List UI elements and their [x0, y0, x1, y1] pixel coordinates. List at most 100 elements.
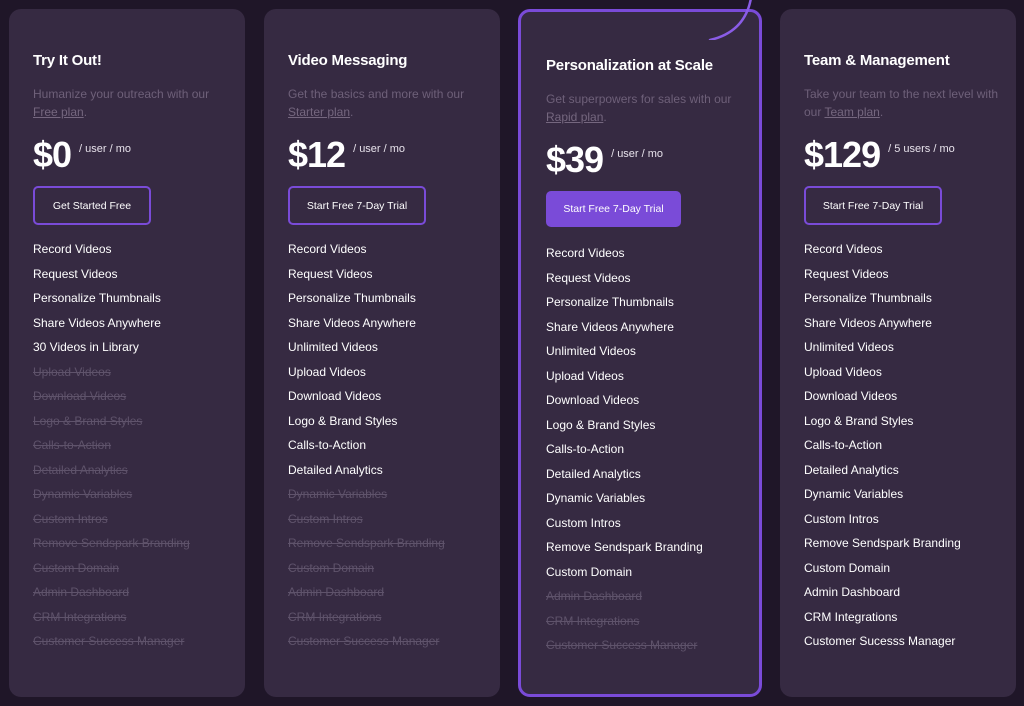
feature-item-included: Custom Intros — [804, 511, 879, 526]
feature-item-excluded: CRM Integrations — [33, 609, 127, 624]
feature-item-included: Detailed Analytics — [288, 462, 383, 477]
plan-card-free: Try It Out! Humanize your outreach with … — [9, 9, 245, 697]
feature-item-excluded: CRM Integrations — [288, 609, 382, 624]
feature-item-included: Custom Intros — [546, 515, 621, 530]
feature-item-excluded: Calls-to-Action — [33, 438, 112, 452]
feature-item-included: Record Videos — [33, 242, 112, 256]
feature-item-excluded: Dynamic Variables — [33, 487, 133, 501]
plan-title: Personalization at Scale — [546, 57, 713, 74]
plan-price: $12 — [288, 134, 346, 175]
feature-item-included: Request Videos — [288, 266, 373, 281]
feature-item-excluded: Logo & Brand Styles — [33, 413, 143, 428]
price-unit: / user / mo — [79, 143, 132, 155]
feature-item-excluded: Detailed Analytics — [33, 462, 128, 477]
plan-price: $39 — [546, 139, 604, 180]
feature-item-excluded: Custom Intros — [33, 511, 108, 526]
feature-item-included: Request Videos — [804, 266, 889, 281]
feature-item-included: CRM Integrations — [804, 609, 898, 624]
feature-item-included: Share Videos Anywhere — [804, 315, 932, 330]
feature-item-included: Upload Videos — [804, 364, 882, 379]
feature-item-included: Calls-to-Action — [804, 438, 883, 452]
feature-item-included: Dynamic Variables — [546, 491, 646, 505]
feature-item-excluded: Admin Dashboard — [288, 585, 385, 599]
plan-description-suffix: . — [83, 105, 88, 119]
price-unit: / 5 users / mo — [888, 143, 955, 155]
plan-card-starter: Video Messaging Get the basics and more … — [264, 9, 500, 697]
feature-item-excluded: Customer Success Manager — [546, 638, 698, 652]
feature-item-included: Personalize Thumbnails — [33, 291, 161, 305]
feature-item-included: Calls-to-Action — [288, 438, 367, 452]
feature-item-included: Record Videos — [288, 242, 367, 256]
plan-description-text: Get the basics and more with our — [288, 87, 465, 101]
feature-item-excluded: Download Videos — [33, 389, 127, 403]
plan-description: Get superpowers for sales with our Rapid… — [546, 90, 746, 126]
feature-item-included: Upload Videos — [288, 364, 366, 379]
price-row: $12 / user / mo — [288, 137, 500, 179]
feature-item-included: Request Videos — [33, 266, 118, 281]
plan-price: $129 — [804, 134, 881, 175]
plan-link[interactable]: Team plan — [824, 105, 879, 119]
plan-description-suffix: . — [879, 105, 884, 119]
feature-item-excluded: Remove Sendspark Branding — [33, 536, 190, 550]
feature-item-included: Unlimited Videos — [546, 344, 636, 358]
plan-title: Video Messaging — [288, 52, 408, 69]
plan-price: $0 — [33, 134, 72, 175]
feature-item-excluded: Customer Success Manager — [288, 634, 440, 648]
feature-item-included: 30 Videos in Library — [33, 340, 139, 354]
plan-card-team: Team & Management Take your team to the … — [780, 9, 1016, 697]
plan-description-suffix: . — [603, 110, 607, 124]
feature-item-included: Calls-to-Action — [546, 442, 625, 456]
feature-item-excluded: Custom Intros — [288, 511, 363, 526]
feature-item-included: Detailed Analytics — [546, 466, 641, 481]
feature-item-excluded: Remove Sendspark Branding — [288, 536, 445, 550]
feature-item-included: Download Videos — [804, 389, 898, 403]
feature-item-included: Dynamic Variables — [804, 487, 904, 501]
plan-link[interactable]: Rapid plan — [546, 110, 603, 124]
feature-item-excluded: Admin Dashboard — [546, 589, 643, 603]
feature-list: Record Videos Request Videos Personalize T… — [288, 242, 500, 659]
feature-item-included: Remove Sendspark Branding — [546, 540, 703, 554]
plan-description-text: Get superpowers for sales with our — [546, 92, 732, 106]
plan-description: Humanize your outreach with our Free pla… — [33, 85, 233, 121]
price-unit: / user / mo — [353, 143, 406, 155]
feature-item-included: Unlimited Videos — [288, 340, 378, 354]
plan-description-suffix: . — [350, 105, 354, 119]
feature-item-included: Custom Domain — [546, 564, 633, 579]
get-started-free-button[interactable]: Get Started Free — [33, 186, 151, 225]
feature-item-included: Record Videos — [804, 242, 883, 256]
feature-list: Record Videos Request Videos Personalize T… — [804, 242, 1016, 659]
plan-link[interactable]: Free plan — [33, 105, 84, 119]
feature-item-excluded: Customer Success Manager — [33, 634, 185, 648]
feature-item-included: Personalize Thumbnails — [804, 291, 932, 305]
feature-item-excluded: Custom Domain — [33, 560, 120, 575]
feature-item-included: Share Videos Anywhere — [288, 315, 416, 330]
feature-item-included: Personalize Thumbnails — [546, 295, 674, 309]
feature-item-included: Logo & Brand Styles — [546, 417, 656, 432]
price-row: $39 / user / mo — [546, 142, 759, 184]
feature-item-included: Logo & Brand Styles — [804, 413, 914, 428]
feature-item-excluded: Custom Domain — [288, 560, 375, 575]
plan-description: Take your team to the next level with ou… — [804, 85, 1004, 121]
plan-title: Try It Out! — [33, 52, 102, 69]
feature-item-included: Unlimited Videos — [804, 340, 894, 354]
feature-item-excluded: Dynamic Variables — [288, 487, 388, 501]
feature-item-included: Record Videos — [546, 246, 625, 260]
feature-item-included: Logo & Brand Styles — [288, 413, 398, 428]
feature-item-included: Personalize Thumbnails — [288, 291, 416, 305]
plan-link[interactable]: Starter plan — [288, 105, 350, 119]
start-trial-button[interactable]: Start Free 7-Day Trial — [288, 186, 426, 225]
plan-title: Team & Management — [804, 52, 950, 69]
feature-item-excluded: Upload Videos — [33, 364, 111, 379]
feature-item-excluded: Admin Dashboard — [33, 585, 130, 599]
start-trial-button[interactable]: Start Free 7-Day Trial — [804, 186, 942, 225]
feature-item-included: Share Videos Anywhere — [33, 315, 161, 330]
price-unit: / user / mo — [611, 148, 664, 160]
start-trial-button[interactable]: Start Free 7-Day Trial — [546, 191, 681, 227]
plan-description: Get the basics and more with our Starter… — [288, 85, 488, 121]
feature-item-included: Share Videos Anywhere — [546, 319, 674, 334]
feature-item-included: Request Videos — [546, 270, 631, 285]
feature-item-included: Custom Domain — [804, 560, 891, 575]
pricing-grid: Try It Out! Humanize your outreach with … — [0, 0, 1024, 706]
feature-item-included: Remove Sendspark Branding — [804, 536, 961, 550]
feature-item-included: Customer Sucesss Manager — [804, 634, 956, 648]
